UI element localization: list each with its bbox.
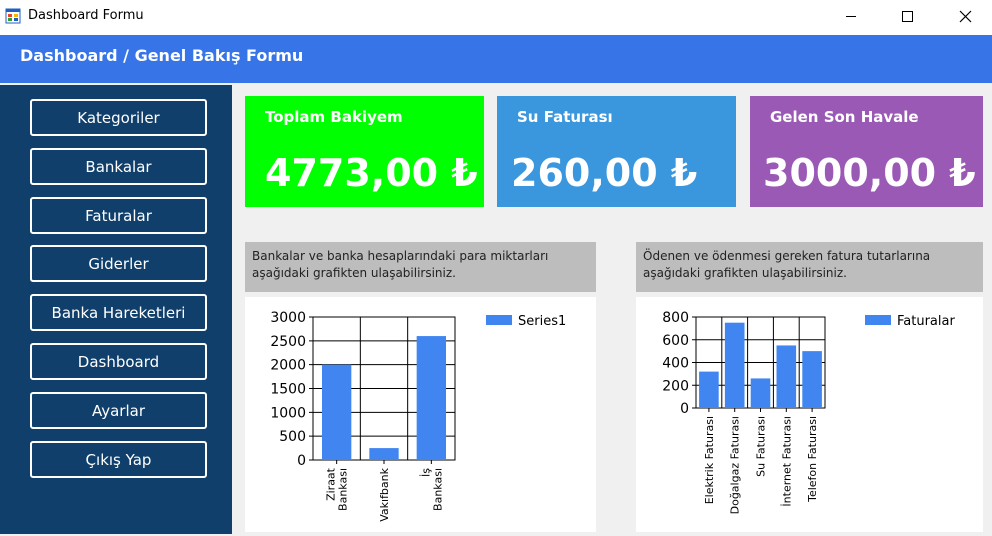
bills-bar <box>724 322 745 408</box>
banks-bar <box>416 336 447 460</box>
bills-y-tick-label: 800 <box>662 310 689 326</box>
banks-x-tick-label: İşBankası <box>419 468 444 511</box>
banks-chart-panel: 0 500 1000 1500 2000 2500 3000 ZiraatBankası Vak… <box>245 297 596 532</box>
banks-description-line: Bankalar ve banka hesaplarındaki para mi… <box>252 249 549 263</box>
banks-x-tick-label-line: Vakıfbank <box>378 467 391 521</box>
card-title: Su Faturası <box>517 108 613 126</box>
bills-x-tick-label: Elektrik Faturası <box>703 416 716 504</box>
bills-x-tick-label-line: Elektrik Faturası <box>703 416 716 504</box>
bills-x-tick-label: Su Faturası <box>755 416 768 477</box>
bills-bar <box>776 345 797 408</box>
bills-y-tick-label: 400 <box>662 356 689 372</box>
banks-y-tick-label: 1000 <box>270 405 306 421</box>
bills-legend-swatch <box>865 315 891 325</box>
sidebar-item-dashboard[interactable]: Dashboard <box>30 343 207 380</box>
maximize-icon <box>902 11 913 22</box>
bills-x-tick-label-line: Doğalgaz Faturası <box>729 416 742 514</box>
minimize-icon <box>846 16 856 17</box>
bills-description-line: Ödenen ve ödenmesi gereken fatura tutarl… <box>643 249 931 263</box>
app-icon <box>5 8 21 24</box>
bills-x-tick-label-line: İnternet Faturası <box>780 416 793 507</box>
banks-y-tick-label: 0 <box>297 453 306 469</box>
bills-y-tick-label: 600 <box>662 333 689 349</box>
bills-bar <box>750 378 771 408</box>
header-title: Dashboard / Genel Bakış Formu <box>20 46 304 65</box>
bills-x-tick-label: İnternet Faturası <box>780 416 793 507</box>
card-title: Gelen Son Havale <box>770 108 919 126</box>
bills-chart-panel: 0 200 400 600 800 Elektrik Faturası Doğalgaz F… <box>636 297 983 532</box>
banks-x-tick-label-line: Bankası <box>431 468 444 511</box>
sidebar-item-cikis-yap[interactable]: Çıkış Yap <box>30 441 207 478</box>
maximize-button[interactable] <box>884 0 930 34</box>
form-header: Dashboard / Genel Bakış Formu <box>0 35 992 83</box>
bills-y-tick-label: 0 <box>680 401 689 417</box>
bills-x-tick-label-line: Telefon Faturası <box>806 416 819 503</box>
banks-bar <box>321 364 352 460</box>
minimize-button[interactable] <box>828 0 874 34</box>
banks-description: Bankalar ve banka hesaplarındaki para mi… <box>245 242 596 292</box>
sidebar-item-ayarlar[interactable]: Ayarlar <box>30 392 207 429</box>
banks-y-tick-label: 2000 <box>270 358 306 374</box>
sidebar-item-bankalar[interactable]: Bankalar <box>30 148 207 185</box>
banks-y-tick-label: 1500 <box>270 382 306 398</box>
close-button[interactable] <box>942 0 988 34</box>
sidebar-item-faturalar[interactable]: Faturalar <box>30 197 207 234</box>
card-value: 260,00 ₺ <box>511 151 698 195</box>
window-titlebar: Dashboard Formu <box>0 0 992 35</box>
card-su-faturasi: Su Faturası 260,00 ₺ <box>497 96 736 207</box>
banks-legend-label: Series1 <box>518 314 566 329</box>
bills-bar <box>699 371 719 408</box>
bills-legend-label: Faturalar <box>897 314 955 329</box>
bills-description-line: aşağıdaki grafikten ulaşabilirsiniz. <box>643 266 847 280</box>
card-gelen-son-havale: Gelen Son Havale 3000,00 ₺ <box>750 96 983 207</box>
banks-y-tick-label: 500 <box>279 429 306 445</box>
window-title: Dashboard Formu <box>28 8 144 23</box>
bills-bar <box>802 351 822 408</box>
card-value: 3000,00 ₺ <box>763 151 976 195</box>
close-icon <box>959 10 972 23</box>
banks-bar-chart: 0 500 1000 1500 2000 2500 3000 ZiraatBankası Vak… <box>270 310 566 522</box>
sidebar-item-giderler[interactable]: Giderler <box>30 245 207 282</box>
banks-y-tick-label: 3000 <box>270 310 306 326</box>
bills-x-tick-label: Telefon Faturası <box>806 416 819 503</box>
sidebar-item-banka-hareketleri[interactable]: Banka Hareketleri <box>30 294 207 331</box>
banks-legend-swatch <box>486 315 512 325</box>
card-title: Toplam Bakiyem <box>265 108 403 126</box>
banks-x-tick-label-line: Bankası <box>337 468 350 511</box>
banks-x-tick-label: Vakıfbank <box>378 467 391 521</box>
banks-y-tick-label: 2500 <box>270 334 306 350</box>
sidebar-item-kategoriler[interactable]: Kategoriler <box>30 99 207 136</box>
card-toplam-bakiye: Toplam Bakiyem 4773,00 ₺ <box>245 96 484 207</box>
banks-description-line: aşağıdaki grafikten ulaşabilirsiniz. <box>252 266 456 280</box>
card-value: 4773,00 ₺ <box>265 151 478 195</box>
banks-bar <box>369 448 399 460</box>
banks-x-tick-label: ZiraatBankası <box>325 467 350 511</box>
bills-description: Ödenen ve ödenmesi gereken fatura tutarl… <box>636 242 983 292</box>
bills-bar-chart: 0 200 400 600 800 Elektrik Faturası Doğalgaz F… <box>662 310 955 514</box>
bills-x-tick-label: Doğalgaz Faturası <box>729 416 742 514</box>
bills-x-tick-label-line: Su Faturası <box>755 416 768 477</box>
bills-y-tick-label: 200 <box>662 378 689 394</box>
